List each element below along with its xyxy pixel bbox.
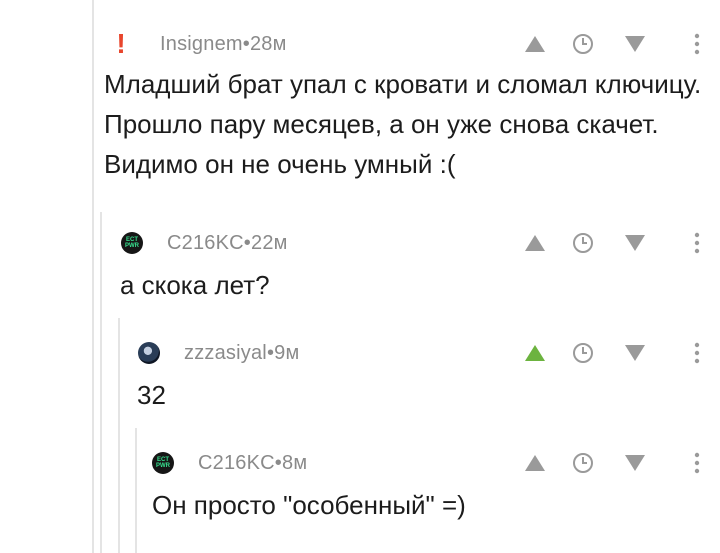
meta-separator: •	[274, 451, 282, 474]
clock-icon	[573, 453, 593, 473]
comment-time: 22м	[251, 231, 288, 254]
more-options-button[interactable]	[672, 449, 720, 477]
more-options-button[interactable]	[672, 339, 720, 367]
more-options-button[interactable]	[672, 30, 720, 58]
thread-line-level-0	[92, 0, 94, 553]
clock-icon	[573, 343, 593, 363]
comment-text: 32	[137, 380, 166, 410]
comment-actions	[500, 30, 720, 58]
ect-pwr-avatar: ECT PWR	[121, 232, 143, 254]
meta-separator: •	[266, 341, 275, 364]
more-vertical-icon	[694, 452, 700, 474]
upvote-arrow-icon	[525, 36, 545, 52]
comment-text: Он просто "особенный" =)	[152, 490, 466, 520]
downvote-button[interactable]	[600, 30, 670, 58]
upvote-arrow-icon	[525, 455, 545, 471]
more-vertical-icon	[694, 33, 700, 55]
downvote-arrow-icon	[625, 345, 645, 361]
comment-author[interactable]: Insignem	[160, 33, 243, 56]
comment-time: 9м	[274, 341, 300, 364]
ect-pwr-avatar: ECT PWR	[152, 452, 174, 474]
more-options-button[interactable]	[672, 229, 720, 257]
comment-header: ECT PWR C216KC • 22м	[121, 229, 288, 257]
comment-header: zzzasiyal • 9м	[138, 339, 299, 367]
thread-line-level-2	[118, 318, 120, 553]
avatar-text-line: PWR	[156, 463, 170, 469]
thread-line-level-3	[135, 428, 137, 553]
comment-author[interactable]: zzzasiyal	[184, 342, 267, 365]
more-vertical-icon	[694, 232, 700, 254]
downvote-arrow-icon	[625, 235, 645, 251]
comment-actions	[500, 339, 720, 367]
comment-header: ! Insignem • 28м	[110, 28, 287, 59]
comment-text: а скока лет?	[120, 270, 270, 300]
downvote-button[interactable]	[600, 229, 670, 257]
avatar-text-line: PWR	[125, 243, 139, 249]
comment-author[interactable]: C216KC	[198, 452, 275, 475]
comment-actions	[500, 449, 720, 477]
downvote-button[interactable]	[600, 449, 670, 477]
downvote-arrow-icon	[625, 455, 645, 471]
upvote-arrow-icon	[525, 345, 545, 361]
upvote-arrow-icon	[525, 235, 545, 251]
clock-icon	[573, 34, 593, 54]
comment-text: Младший брат упал с кровати и сломал клю…	[104, 69, 702, 179]
comment-author[interactable]: C216KC	[167, 232, 244, 255]
thread-line-level-1	[100, 212, 102, 553]
comment-time: 8м	[282, 451, 308, 474]
downvote-button[interactable]	[600, 339, 670, 367]
user-avatar	[138, 342, 160, 364]
comment-actions	[500, 229, 720, 257]
comment-header: ECT PWR C216KC • 8м	[152, 449, 307, 477]
meta-separator: •	[242, 32, 250, 55]
exclamation-icon: !	[116, 28, 126, 59]
comment-time: 28м	[249, 32, 287, 55]
meta-separator: •	[243, 231, 251, 254]
clock-icon	[573, 233, 593, 253]
more-vertical-icon	[694, 342, 700, 364]
downvote-arrow-icon	[625, 36, 645, 52]
